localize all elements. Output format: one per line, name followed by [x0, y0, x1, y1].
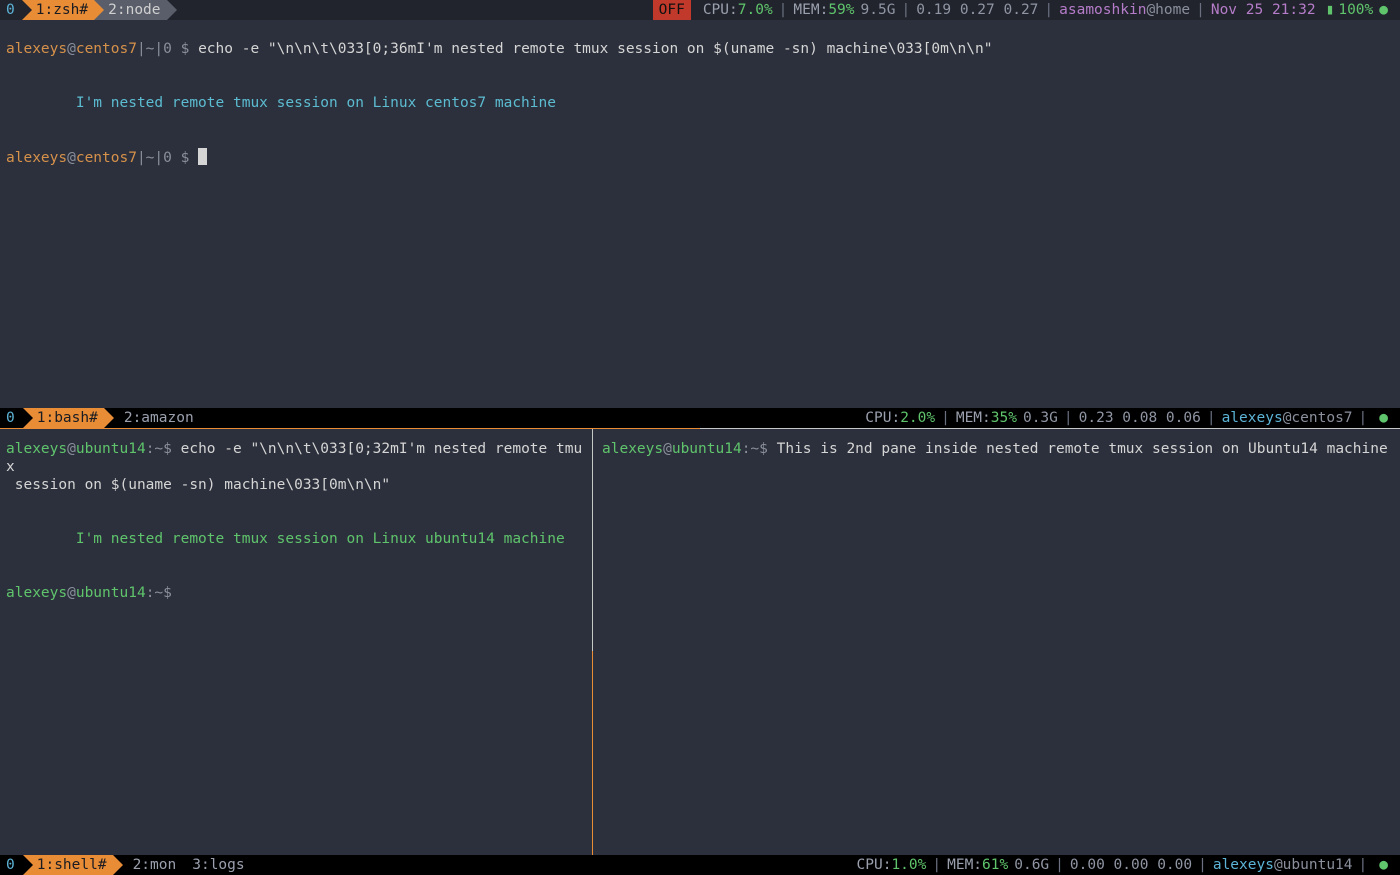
user-name: alexeys: [1222, 409, 1283, 427]
separator: |: [1201, 409, 1222, 427]
prompt-tail-empty: :~$: [146, 585, 172, 601]
load-avg: 0.00 0.00 0.00: [1070, 856, 1192, 874]
separator: |: [1192, 856, 1213, 874]
prompt-at: @: [67, 150, 76, 166]
ubuntu-left-cmd-2: session on $(uname -sn) machine\033[0m\n…: [15, 477, 390, 493]
prompt-user: alexeys: [6, 150, 67, 166]
battery-pct: 100%: [1338, 1, 1373, 19]
centos-tab-bash[interactable]: 1:bash#: [33, 408, 104, 428]
pane-divider-vertical[interactable]: [592, 429, 593, 651]
chevron-icon: [94, 0, 104, 20]
prompt-host: centos7: [76, 41, 137, 57]
mem-size: 0.6G: [1014, 856, 1049, 874]
prompt-host: ubuntu14: [672, 441, 742, 457]
cpu-label: CPU:: [857, 856, 892, 874]
mem-label: MEM:: [956, 409, 991, 427]
separator: |: [1190, 1, 1211, 19]
outer-tab-node[interactable]: 2:node: [104, 0, 166, 20]
prompt-at: @: [67, 41, 76, 57]
mem-pct: 35%: [991, 409, 1017, 427]
prompt-path: |~|0 $: [137, 150, 198, 166]
mem-pct: 59%: [828, 1, 854, 19]
cpu-value: 2.0%: [900, 409, 935, 427]
off-indicator: OFF: [653, 0, 691, 20]
chevron-icon: [23, 855, 33, 875]
chevron-icon: [167, 0, 177, 20]
centos-tab-amazon[interactable]: 2:amazon: [114, 408, 200, 428]
online-indicator-icon: ●: [1373, 1, 1392, 19]
separator: |: [1038, 1, 1059, 19]
centos-session-number[interactable]: 0: [0, 408, 23, 428]
pane-divider-horizontal: [700, 428, 1400, 429]
battery-icon: ▮: [1326, 1, 1335, 19]
cpu-value: 1.0%: [891, 856, 926, 874]
user-host: @home: [1146, 1, 1190, 19]
prompt-path: |~|0 $: [137, 41, 198, 57]
separator: |: [1353, 409, 1374, 427]
prompt-tail: :~$: [742, 441, 777, 457]
prompt-at: @: [67, 441, 76, 457]
ubuntu-left-pane[interactable]: alexeys@ubuntu14:~$ echo -e "\n\n\t\033[…: [0, 438, 592, 855]
ubuntu-tab-logs[interactable]: 3:logs: [182, 855, 250, 875]
separator: |: [1353, 856, 1374, 874]
centos-output: I'm nested remote tmux session on Linux …: [76, 95, 556, 111]
mem-pct: 61%: [982, 856, 1008, 874]
centos-command: echo -e "\n\n\t\033[0;36mI'm nested remo…: [198, 41, 992, 57]
chevron-icon: [22, 0, 32, 20]
user-host: @centos7: [1283, 409, 1353, 427]
separator: |: [773, 1, 794, 19]
prompt-at: @: [663, 441, 672, 457]
mem-label: MEM:: [947, 856, 982, 874]
separator: |: [1049, 856, 1070, 874]
cpu-label: CPU:: [865, 409, 900, 427]
chevron-icon: [113, 855, 123, 875]
ubuntu-statusbar: 0 1:shell# 2:mon 3:logs CPU: 1.0% | MEM:…: [0, 855, 1400, 875]
cpu-value: 7.0%: [738, 1, 773, 19]
ubuntu-left-output: I'm nested remote tmux session on Linux …: [76, 531, 565, 547]
separator: |: [895, 1, 916, 19]
prompt-host: ubuntu14: [76, 441, 146, 457]
pane-divider-vertical[interactable]: [592, 651, 593, 855]
pane-divider-horizontal: [0, 428, 700, 429]
prompt-user: alexeys: [602, 441, 663, 457]
chevron-icon: [23, 408, 33, 428]
online-indicator-icon: ●: [1373, 856, 1392, 874]
load-avg: 0.23 0.08 0.06: [1079, 409, 1201, 427]
user-host: @ubuntu14: [1274, 856, 1353, 874]
ubuntu-tab-shell[interactable]: 1:shell#: [33, 855, 113, 875]
outer-session-number[interactable]: 0: [0, 0, 23, 20]
ubuntu-right-text: This is 2nd pane inside nested remote tm…: [777, 441, 1388, 457]
prompt-user: alexeys: [6, 41, 67, 57]
user-name: alexeys: [1213, 856, 1274, 874]
prompt-tail: :~$: [146, 441, 181, 457]
outer-statusbar: 0 1:zsh# 2:node OFF CPU: 7.0% | MEM: 59%…: [0, 0, 1400, 20]
prompt-user: alexeys: [6, 585, 67, 601]
outer-tab-zsh[interactable]: 1:zsh#: [32, 0, 94, 20]
centos-pane[interactable]: alexeys@centos7|~|0 $ echo -e "\n\n\t\03…: [0, 20, 1400, 408]
separator: |: [935, 409, 956, 427]
online-indicator-icon: ●: [1373, 409, 1392, 427]
mem-label: MEM:: [793, 1, 828, 19]
ubuntu-right-pane[interactable]: alexeys@ubuntu14:~$ This is 2nd pane ins…: [596, 438, 1400, 855]
prompt-host: centos7: [76, 150, 137, 166]
prompt-user: alexeys: [6, 441, 67, 457]
mem-size: 0.3G: [1023, 409, 1058, 427]
load-avg: 0.19 0.27 0.27: [916, 1, 1038, 19]
prompt-at: @: [67, 585, 76, 601]
chevron-icon: [104, 408, 114, 428]
mem-size: 9.5G: [861, 1, 896, 19]
ubuntu-session-number[interactable]: 0: [0, 855, 23, 875]
datetime: Nov 25 21:32: [1211, 1, 1316, 19]
cpu-label: CPU:: [703, 1, 738, 19]
separator: |: [926, 856, 947, 874]
ubuntu-tab-mon[interactable]: 2:mon: [123, 855, 183, 875]
centos-statusbar: 0 1:bash# 2:amazon CPU: 2.0% | MEM: 35% …: [0, 408, 1400, 428]
prompt-host: ubuntu14: [76, 585, 146, 601]
cursor-icon: [198, 148, 207, 165]
separator: |: [1058, 409, 1079, 427]
user-name: asamoshkin: [1059, 1, 1146, 19]
